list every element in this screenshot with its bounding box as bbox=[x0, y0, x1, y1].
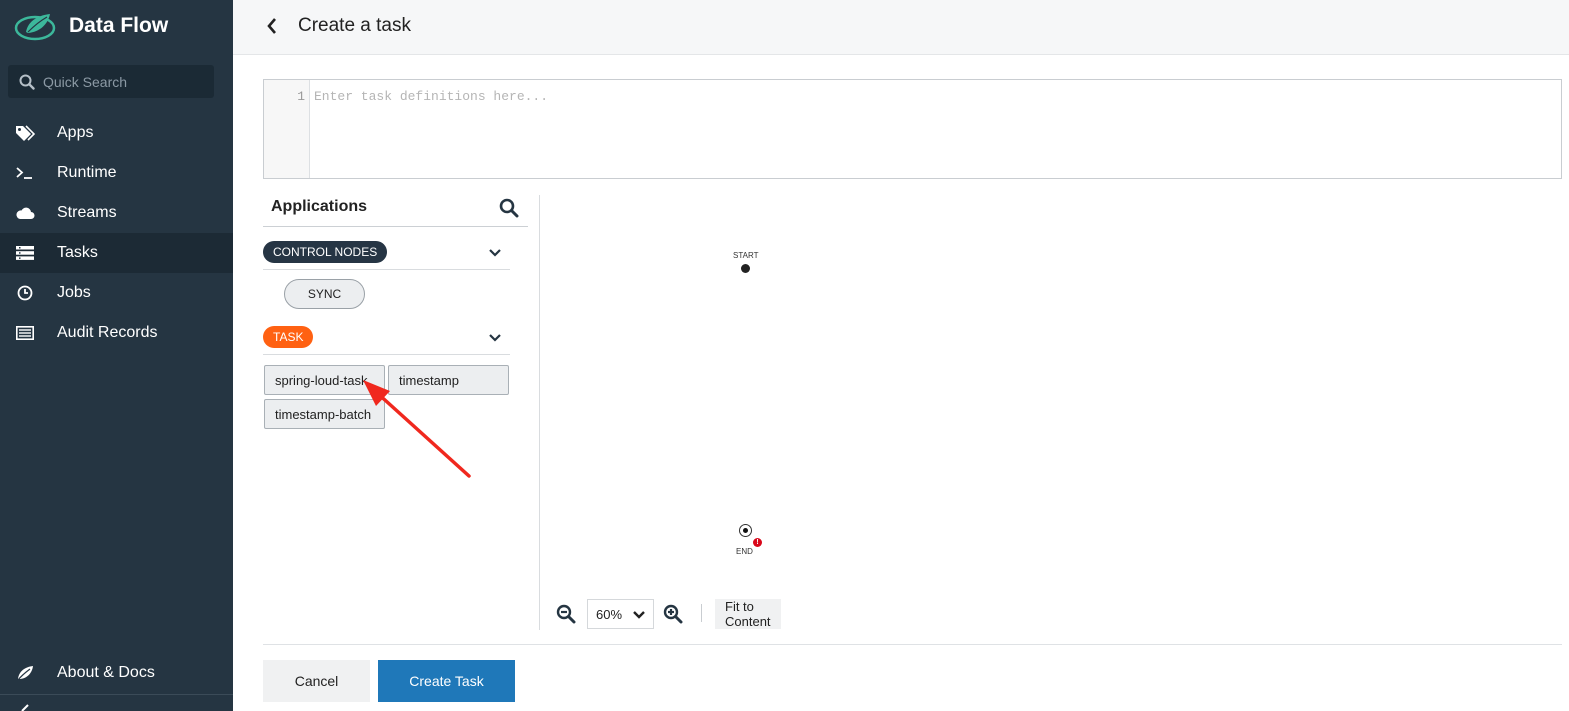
records-icon bbox=[15, 324, 35, 342]
quick-search[interactable] bbox=[8, 65, 214, 98]
end-node[interactable] bbox=[739, 524, 752, 537]
task-definition-editor[interactable]: 1 Enter task definitions here... bbox=[263, 79, 1562, 179]
end-node-core bbox=[743, 528, 748, 533]
cancel-button[interactable]: Cancel bbox=[263, 660, 370, 702]
tasks-icon bbox=[15, 244, 35, 262]
clock-icon bbox=[15, 284, 35, 302]
fit-to-content-button[interactable]: Fit to Content bbox=[715, 599, 781, 629]
sidebar-item-label: Apps bbox=[57, 124, 94, 141]
error-marker-icon: ! bbox=[753, 538, 762, 547]
chevron-down-icon bbox=[633, 611, 645, 619]
sidebar-item-about-docs[interactable]: About & Docs bbox=[0, 653, 233, 693]
zoom-out-icon[interactable] bbox=[556, 604, 576, 624]
chevron-left-icon[interactable] bbox=[265, 16, 279, 36]
annotation-arrow-icon bbox=[363, 380, 471, 478]
search-icon bbox=[19, 74, 35, 90]
terminal-icon bbox=[15, 164, 35, 182]
group-badge-control-nodes: CONTROL NODES bbox=[263, 241, 388, 263]
sidebar-item-apps[interactable]: Apps bbox=[0, 113, 233, 153]
flow-canvas[interactable]: START ! END bbox=[540, 195, 1562, 630]
about-docs-label: About & Docs bbox=[57, 664, 155, 681]
leaf-logo-icon bbox=[14, 14, 56, 41]
app-title: Data Flow bbox=[69, 14, 169, 37]
start-node-label: START bbox=[733, 251, 759, 260]
line-number: 1 bbox=[297, 89, 305, 104]
palette-header: Applications bbox=[263, 195, 528, 227]
sidebar-item-label: Runtime bbox=[57, 164, 117, 181]
zoom-separator bbox=[701, 604, 702, 622]
tag-icon bbox=[15, 124, 35, 142]
sidebar-item-jobs[interactable]: Jobs bbox=[0, 273, 233, 313]
search-icon[interactable] bbox=[499, 198, 519, 218]
sidebar-item-label: Streams bbox=[57, 204, 117, 221]
zoom-level-select[interactable]: 60% bbox=[587, 599, 654, 629]
palette-node-sync[interactable]: SYNC bbox=[284, 279, 365, 309]
sidebar-item-streams[interactable]: Streams bbox=[0, 193, 233, 233]
sidebar-item-label: Audit Records bbox=[57, 324, 158, 341]
sidebar-item-label: Tasks bbox=[57, 244, 98, 261]
footer-divider bbox=[263, 644, 1562, 645]
page-header: Create a task bbox=[233, 0, 1569, 55]
group-badge-task: TASK bbox=[263, 326, 314, 348]
create-task-button[interactable]: Create Task bbox=[378, 660, 515, 702]
cloud-icon bbox=[15, 204, 35, 222]
editor-gutter: 1 bbox=[264, 80, 310, 178]
chevron-down-icon[interactable] bbox=[488, 333, 502, 343]
chevron-down-icon[interactable] bbox=[488, 248, 502, 258]
editor-placeholder: Enter task definitions here... bbox=[314, 89, 549, 104]
sidebar-divider bbox=[0, 694, 233, 695]
sidebar: Data Flow Apps Runtime Streams bbox=[0, 0, 233, 711]
sidebar-item-label: Jobs bbox=[57, 284, 91, 301]
zoom-level-value: 60% bbox=[596, 606, 623, 622]
leaf-icon bbox=[15, 664, 35, 682]
group-control-nodes[interactable]: CONTROL NODES bbox=[263, 241, 510, 270]
palette-title: Applications bbox=[271, 198, 368, 215]
end-node-label: END bbox=[736, 547, 753, 556]
brand[interactable]: Data Flow bbox=[14, 8, 168, 44]
sidebar-item-audit-records[interactable]: Audit Records bbox=[0, 313, 233, 353]
page-title: Create a task bbox=[298, 15, 411, 36]
quick-search-input[interactable] bbox=[43, 73, 203, 90]
zoom-in-icon[interactable] bbox=[663, 604, 683, 624]
sidebar-nav: Apps Runtime Streams Tasks Jobs Audit Re… bbox=[0, 113, 233, 353]
group-task[interactable]: TASK bbox=[263, 326, 510, 355]
sidebar-item-runtime[interactable]: Runtime bbox=[0, 153, 233, 193]
sidebar-item-tasks[interactable]: Tasks bbox=[0, 233, 233, 273]
start-node[interactable] bbox=[741, 264, 750, 273]
collapse-sidebar-icon[interactable] bbox=[20, 703, 32, 711]
